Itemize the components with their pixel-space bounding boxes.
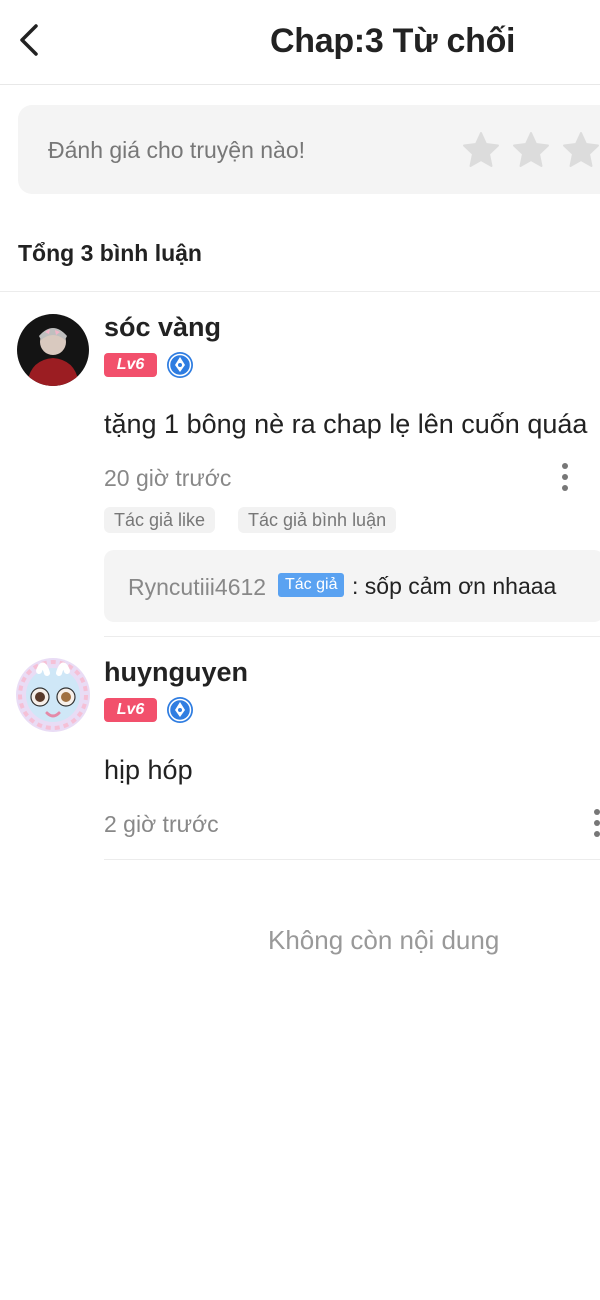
reply-username[interactable]: Ryncutiii4612 xyxy=(128,574,266,601)
chevron-left-icon xyxy=(20,24,38,56)
comment-username[interactable]: huynguyen xyxy=(104,657,248,688)
comment-time: 2 giờ trước xyxy=(104,811,219,837)
reply-message: sốp cảm ơn nhaaa xyxy=(364,573,557,599)
divider xyxy=(0,291,600,292)
back-button[interactable] xyxy=(14,20,48,60)
comment-time: 20 giờ trước xyxy=(104,465,232,491)
star-icon[interactable] xyxy=(461,130,501,170)
reply-separator: : xyxy=(352,573,359,599)
comment-count: Tổng 3 bình luận xyxy=(18,240,202,266)
end-of-content-label: Không còn nội dung xyxy=(268,925,500,955)
more-options-button[interactable] xyxy=(555,461,575,493)
author-liked-tag: Tác giả like xyxy=(104,507,216,533)
more-dot xyxy=(594,809,600,815)
more-dot xyxy=(562,463,568,469)
star-icon[interactable] xyxy=(561,130,600,170)
more-dot xyxy=(562,485,568,491)
top-bar: Chap:3 Từ chối xyxy=(0,0,600,85)
comment-text: tặng 1 bông nè ra chap lẹ lên cuốn quáa xyxy=(104,409,588,439)
more-options-button[interactable] xyxy=(588,807,600,839)
level-badge: Lv6 xyxy=(104,698,157,722)
author-badge: Tác giả xyxy=(278,573,345,597)
pen-nib-icon xyxy=(167,352,193,378)
pen-nib-icon xyxy=(167,697,193,723)
comment-text: hịp hóp xyxy=(104,755,193,785)
rating-box[interactable]: Đánh giá cho truyện nào! xyxy=(18,105,600,194)
reply-text: : sốp cảm ơn nhaaa xyxy=(352,573,556,600)
more-dot xyxy=(562,474,568,480)
divider xyxy=(104,859,600,860)
star-icon[interactable] xyxy=(511,130,551,170)
page-title: Chap:3 Từ chối xyxy=(270,22,516,60)
author-commented-tag: Tác giả bình luận xyxy=(238,507,397,533)
avatar[interactable] xyxy=(17,314,89,386)
level-badge: Lv6 xyxy=(104,353,157,377)
rating-prompt: Đánh giá cho truyện nào! xyxy=(48,137,306,163)
comment-username[interactable]: sóc vàng xyxy=(104,312,221,343)
divider xyxy=(104,636,600,637)
star-rating xyxy=(461,130,600,170)
reply-box[interactable]: Ryncutiii4612 Tác giả : sốp cảm ơn nhaaa xyxy=(104,550,600,622)
avatar[interactable] xyxy=(15,657,91,733)
more-dot xyxy=(594,831,600,837)
more-dot xyxy=(594,820,600,826)
